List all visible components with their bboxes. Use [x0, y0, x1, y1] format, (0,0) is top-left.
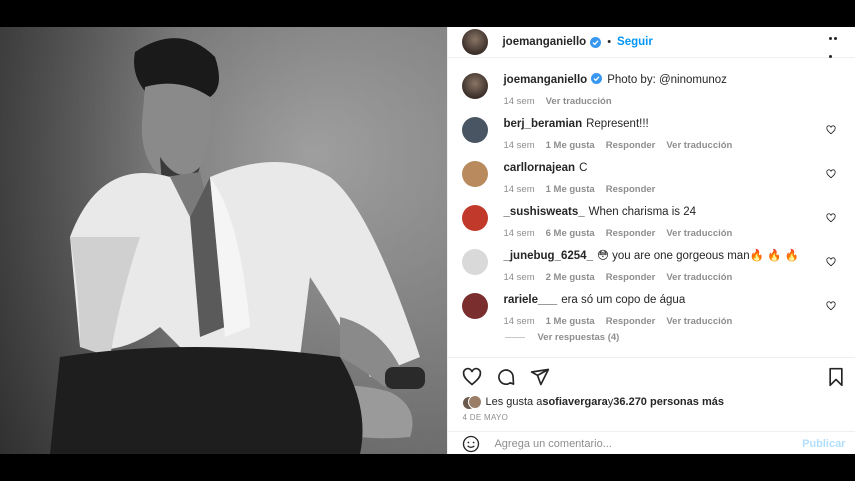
reply-button[interactable]: Responder [606, 272, 656, 283]
likes-user[interactable]: sofiavergara [542, 396, 607, 408]
instagram-post: joemanganiello • Seguir joemanganiello Ph… [0, 27, 855, 454]
reply-button[interactable]: Responder [606, 140, 656, 151]
comment-username[interactable]: _sushisweats_ [503, 206, 584, 218]
replies-divider [505, 337, 526, 338]
post-header: joemanganiello • Seguir [448, 27, 855, 58]
comment-time: 14 sem [503, 272, 535, 283]
reply-button[interactable]: Responder [606, 228, 656, 239]
comment-like-heart-icon[interactable] [826, 169, 837, 179]
translate-link[interactable]: Ver traducción [666, 272, 732, 283]
author-avatar[interactable] [462, 29, 489, 55]
verified-badge-icon [590, 36, 602, 48]
comment-time: 14 sem [503, 184, 535, 195]
verified-badge-icon [591, 73, 603, 84]
save-bookmark-icon[interactable] [827, 367, 845, 387]
comment-like-heart-icon[interactable] [826, 213, 837, 223]
more-options-icon[interactable] [829, 37, 841, 58]
comment-username[interactable]: berj_beramian [503, 118, 582, 130]
commenter-avatar[interactable] [462, 249, 489, 275]
commenter-avatar[interactable] [462, 293, 489, 319]
action-icons [462, 367, 550, 387]
comment-text: When charisma is 24 [588, 206, 697, 218]
comment-like-heart-icon[interactable] [826, 301, 837, 311]
comment-username[interactable]: _junebug_6254_ [503, 250, 592, 262]
author-username[interactable]: joemanganiello [502, 36, 586, 48]
comment-text: 😳 you are one gorgeous man🔥 🔥 🔥 [596, 250, 799, 262]
add-comment-bar: Agrega un comentario... Publicar [448, 431, 855, 456]
share-send-icon[interactable] [530, 367, 550, 387]
view-replies-label: Ver respuestas (4) [537, 332, 620, 343]
comment-time: 14 sem [503, 228, 535, 239]
likes-prefix: Les gusta a [485, 396, 543, 408]
caption-translate-link[interactable]: Ver traducción [546, 96, 612, 107]
likes-summary: Les gusta a sofiavergara y 36.270 person… [462, 395, 724, 410]
comments-list: joemanganiello Photo by: @ninomunoz 14 se… [448, 61, 855, 354]
follow-button[interactable]: Seguir [617, 36, 653, 48]
author-avatar[interactable] [462, 73, 489, 99]
post-side-panel: joemanganiello • Seguir joemanganiello Ph… [447, 27, 855, 454]
reply-button[interactable]: Responder [606, 184, 656, 195]
likers-avatars [462, 395, 483, 410]
comment-likes[interactable]: 2 Me gusta [546, 272, 595, 283]
post-date: 4 DE MAYO [462, 413, 509, 422]
comment-time: 14 sem [503, 316, 535, 327]
emoji-smiley-icon[interactable] [462, 435, 480, 453]
publish-button[interactable]: Publicar [802, 438, 845, 450]
comment-likes[interactable]: 1 Me gusta [546, 184, 595, 195]
comment-likes[interactable]: 6 Me gusta [546, 228, 595, 239]
view-replies-link[interactable]: Ver respuestas (4) [505, 332, 619, 343]
commenter-avatar[interactable] [462, 117, 489, 143]
like-heart-icon[interactable] [462, 367, 482, 387]
man-in-white-shirt-figure [50, 38, 425, 454]
caption-text: Photo by: @ninomunoz [607, 74, 727, 86]
commenter-avatar[interactable] [462, 161, 489, 187]
comment-text: era só um copo de água [561, 294, 686, 306]
reply-button[interactable]: Responder [606, 316, 656, 327]
comment-likes[interactable]: 1 Me gusta [546, 316, 595, 327]
translate-link[interactable]: Ver traducción [666, 228, 732, 239]
header-separator: • [607, 36, 612, 48]
post-photo[interactable] [0, 27, 448, 454]
comment-username[interactable]: rariele___ [503, 294, 557, 306]
likes-count[interactable]: 36.270 personas más [613, 396, 724, 408]
comment-likes[interactable]: 1 Me gusta [546, 140, 595, 151]
post-actions: Les gusta a sofiavergara y 36.270 person… [448, 357, 855, 455]
translate-link[interactable]: Ver traducción [666, 140, 732, 151]
commenter-avatar[interactable] [462, 205, 489, 231]
comment-time: 14 sem [503, 140, 535, 151]
comment-like-heart-icon[interactable] [826, 257, 837, 267]
comment-bubble-icon[interactable] [496, 367, 516, 387]
comment-username[interactable]: carllornajean [503, 162, 575, 174]
comment-input[interactable]: Agrega un comentario... [494, 438, 802, 450]
comment-like-heart-icon[interactable] [826, 125, 837, 135]
comment-text: Represent!!! [586, 118, 649, 130]
translate-link[interactable]: Ver traducción [666, 316, 732, 327]
caption-time: 14 sem [503, 96, 535, 107]
comment-text: C [579, 162, 588, 174]
caption-username[interactable]: joemanganiello [503, 74, 587, 86]
